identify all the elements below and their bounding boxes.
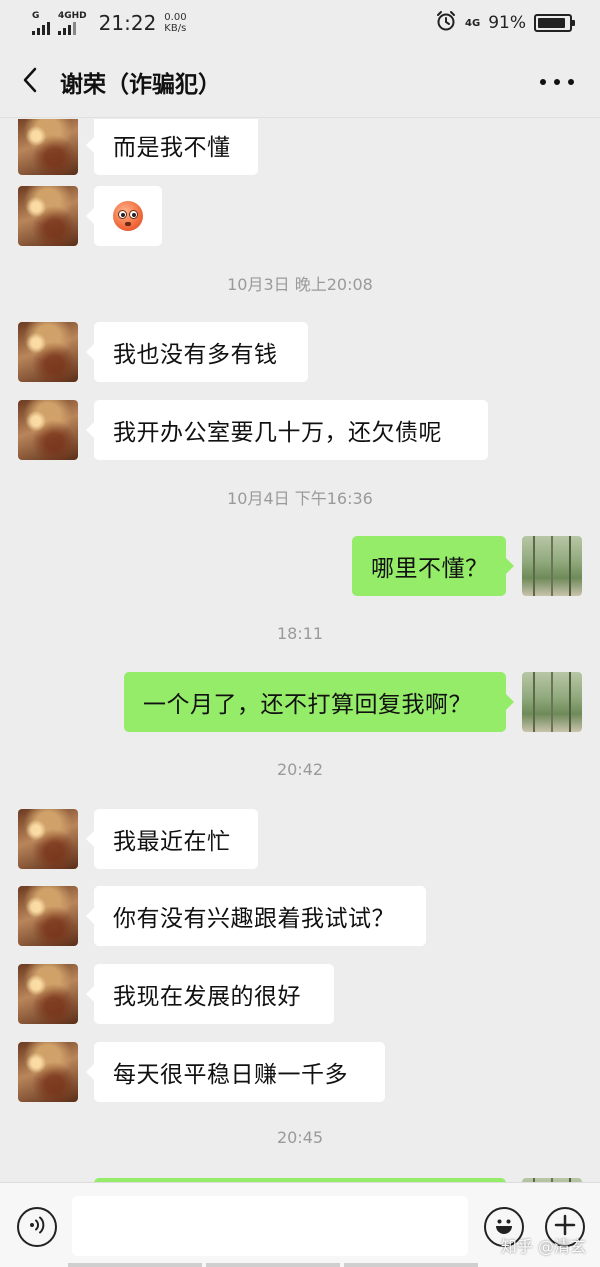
message-bubble[interactable]: 我也没有多有钱 xyxy=(86,322,308,382)
status-bar-right: 4G 91% xyxy=(435,10,575,36)
contact-avatar[interactable] xyxy=(18,119,78,175)
chevron-left-icon xyxy=(20,66,40,98)
message-row-received: 我开办公室要几十万，还欠债呢 xyxy=(0,400,600,460)
contact-avatar[interactable] xyxy=(18,186,78,246)
message-list[interactable]: 而是我不懂 10月3日 晚上20:08 我也没有多有钱我开办公室要几十万，还欠债呢 1… xyxy=(0,119,600,1182)
message-bubble[interactable]: 每天很平稳日赚一千多 xyxy=(86,1042,385,1102)
input-bar: 知乎 @清玄 xyxy=(0,1182,600,1267)
chat-title: 谢荣（诈骗犯） xyxy=(60,71,221,98)
network-type: 4G xyxy=(465,17,481,29)
message-bubble[interactable]: 一个月了，还不打算回复我啊？ xyxy=(124,672,514,732)
sim2-signal: 4GHD xyxy=(58,10,87,35)
sim1-signal: G xyxy=(32,10,50,35)
message-bubble[interactable]: 哪里不懂？ xyxy=(352,536,514,596)
network-speed-value: 0.00 xyxy=(164,12,187,23)
timestamp: 18:11 xyxy=(276,624,324,643)
contact-avatar[interactable] xyxy=(18,964,78,1024)
message-row-received: 我也没有多有钱 xyxy=(0,322,600,382)
message-text: 每天很平稳日赚一千多 xyxy=(113,1062,348,1088)
battery-fill xyxy=(538,18,566,28)
battery-icon xyxy=(534,14,575,32)
message-text: 我现在发展的很好 xyxy=(113,984,301,1010)
status-time: 21:22 xyxy=(98,11,157,35)
message-bubble[interactable]: 你有没有兴趣跟着我试试？ xyxy=(86,886,426,946)
battery-percent: 91% xyxy=(488,13,526,33)
message-text: 一个月了，还不打算回复我啊？ xyxy=(143,692,472,718)
voice-button[interactable] xyxy=(17,1207,57,1247)
nav-hint xyxy=(68,1263,202,1267)
message-text: 你有没有兴趣跟着我试试？ xyxy=(113,906,395,932)
timestamp: 20:45 xyxy=(276,1128,324,1147)
message-text: 哪里不懂？ xyxy=(371,556,489,582)
message-input[interactable] xyxy=(72,1196,468,1256)
watermark: 知乎 @清玄 xyxy=(500,1237,586,1256)
network-speed: 0.00 KB/s xyxy=(164,12,186,34)
timestamp: 10月4日 下午16:36 xyxy=(227,489,373,508)
my-avatar[interactable] xyxy=(522,672,582,732)
message-text: 我开办公室要几十万，还欠债呢 xyxy=(113,420,442,446)
message-text: 我最近在忙 xyxy=(113,829,231,855)
message-row-received: 我最近在忙 xyxy=(0,809,600,869)
more-dots-icon xyxy=(540,79,546,85)
contact-avatar[interactable] xyxy=(18,1042,78,1102)
message-row-received xyxy=(0,186,600,246)
message-bubble[interactable]: 而是我不懂 xyxy=(86,119,258,175)
contact-avatar[interactable] xyxy=(18,809,78,869)
timestamp: 10月3日 晚上20:08 xyxy=(227,275,373,294)
message-row-sent: 哪里不懂？ xyxy=(0,536,600,596)
message-row-received: 你有没有兴趣跟着我试试？ xyxy=(0,886,600,946)
message-row-received: 我现在发展的很好 xyxy=(0,964,600,1024)
message-text: 我也没有多有钱 xyxy=(113,342,278,368)
my-avatar[interactable] xyxy=(522,536,582,596)
contact-avatar[interactable] xyxy=(18,400,78,460)
flushed-face-icon xyxy=(113,201,143,231)
more-button[interactable] xyxy=(540,70,574,94)
network-speed-unit: KB/s xyxy=(164,23,187,34)
contact-avatar[interactable] xyxy=(18,886,78,946)
status-bar-left: G 4GHD 21:22 0.00 KB/s xyxy=(32,11,187,35)
message-row-sent: 一个月了，还不打算回复我啊？ xyxy=(0,672,600,732)
sim1-label: G xyxy=(32,10,40,21)
signal-icon xyxy=(32,21,50,35)
message-row-received: 而是我不懂 xyxy=(0,119,600,175)
timestamp: 20:42 xyxy=(276,760,324,779)
sim2-label: 4GHD xyxy=(58,10,87,21)
back-button[interactable] xyxy=(0,46,60,118)
message-bubble[interactable]: 我开办公室要几十万，还欠债呢 xyxy=(86,400,488,460)
message-row-received: 每天很平稳日赚一千多 xyxy=(0,1042,600,1102)
chat-header: 谢荣（诈骗犯） xyxy=(0,46,600,118)
nav-hint xyxy=(206,1263,340,1267)
alarm-icon xyxy=(435,10,457,36)
message-bubble[interactable]: 我现在发展的很好 xyxy=(86,964,334,1024)
voice-icon xyxy=(26,1214,48,1240)
message-bubble[interactable] xyxy=(86,186,162,246)
contact-avatar[interactable] xyxy=(18,322,78,382)
signal-icon xyxy=(58,21,76,35)
nav-hint xyxy=(344,1263,478,1267)
status-bar: G 4GHD 21:22 0.00 KB/s 4G 91% xyxy=(0,0,600,46)
message-bubble[interactable]: 我最近在忙 xyxy=(86,809,258,869)
message-text: 而是我不懂 xyxy=(113,135,231,161)
